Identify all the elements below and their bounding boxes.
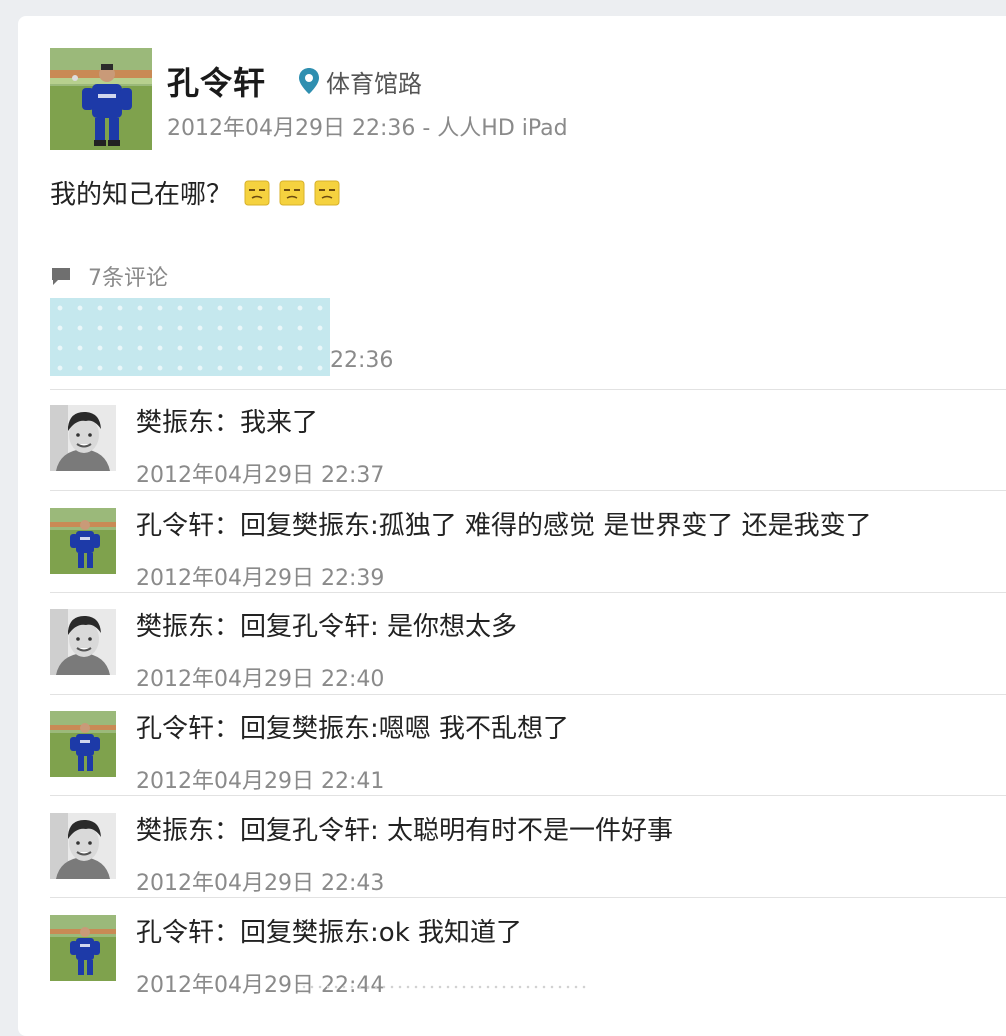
comment-text: 回复樊振东:嗯嗯 我不乱想了 bbox=[240, 714, 570, 744]
post-meta: 2012年04月29日 22:36 - 人人HD iPad bbox=[167, 116, 568, 141]
commenter-name[interactable]: 樊振东 bbox=[136, 408, 214, 438]
name-separator: ： bbox=[214, 714, 241, 744]
comment-line: 孔令轩：回复樊振东:嗯嗯 我不乱想了 bbox=[136, 708, 569, 745]
location-text: 体育馆路 bbox=[326, 69, 422, 98]
comment-time: 22:36 bbox=[330, 348, 394, 373]
comment-item: 樊振东：回复孔令轩: 太聪明有时不是一件好事 2012年04月29日 22:43 bbox=[50, 810, 1006, 910]
divider bbox=[300, 985, 590, 989]
redacted-comment bbox=[50, 298, 330, 376]
comment-item: 樊振东：回复孔令轩: 是你想太多 2012年04月29日 22:40 bbox=[50, 606, 1006, 706]
post-location[interactable]: 体育馆路 bbox=[298, 66, 422, 98]
comment-text: 回复孔令轩: 是你想太多 bbox=[240, 612, 518, 642]
name-separator: ： bbox=[214, 612, 241, 642]
comments-count: 7条评论 bbox=[88, 266, 168, 291]
commenter-name[interactable]: 樊振东 bbox=[136, 612, 214, 642]
comment-time: 2012年04月29日 22:41 bbox=[136, 769, 385, 794]
location-pin-icon bbox=[299, 68, 319, 94]
commenter-name[interactable]: 孔令轩 bbox=[136, 714, 214, 744]
commenter-name[interactable]: 孔令轩 bbox=[136, 511, 214, 541]
commenter-avatar[interactable] bbox=[50, 915, 116, 981]
commenter-name[interactable]: 樊振东 bbox=[136, 816, 214, 846]
emoji-icon bbox=[279, 180, 305, 205]
comment-text: 回复樊振东:孤独了 难得的感觉 是世界变了 还是我变了 bbox=[240, 511, 872, 541]
comment-item: 孔令轩：回复樊振东:嗯嗯 我不乱想了 2012年04月29日 22:41 bbox=[50, 708, 1006, 808]
comment-line: 孔令轩：回复樊振东:ok 我知道了 bbox=[136, 912, 522, 949]
post-author-name[interactable]: 孔令轩 bbox=[167, 58, 266, 104]
comment-item: 樊振东：我来了 2012年04月29日 22:37 bbox=[50, 402, 1006, 502]
emoji-icon bbox=[244, 180, 270, 205]
commenter-avatar[interactable] bbox=[50, 609, 116, 675]
name-separator: ： bbox=[214, 408, 241, 438]
emoji-icon bbox=[314, 180, 340, 205]
comments-header[interactable]: 7条评论 bbox=[50, 260, 168, 292]
comment-time: 2012年04月29日 22:39 bbox=[136, 566, 385, 591]
row-divider bbox=[50, 389, 1006, 390]
comment-bubble-icon bbox=[52, 268, 70, 285]
comment-text: 我来了 bbox=[240, 408, 319, 438]
post-author-avatar[interactable] bbox=[50, 48, 152, 150]
name-separator: ： bbox=[214, 918, 241, 948]
emoji-row bbox=[244, 180, 349, 206]
comment-line: 樊振东：回复孔令轩: 太聪明有时不是一件好事 bbox=[136, 810, 673, 847]
post-content: 我的知己在哪？ bbox=[50, 174, 349, 211]
comment-line: 樊振东：回复孔令轩: 是你想太多 bbox=[136, 606, 517, 643]
comment-line: 樊振东：我来了 bbox=[136, 402, 318, 439]
comment-time: 2012年04月29日 22:44 bbox=[136, 973, 385, 998]
comment-item: 孔令轩：回复樊振东:ok 我知道了 2012年04月29日 22:44 bbox=[50, 912, 1006, 1012]
comment-time: 2012年04月29日 22:40 bbox=[136, 667, 385, 692]
comment-item: 孔令轩：回复樊振东:孤独了 难得的感觉 是世界变了 还是我变了 2012年04月2… bbox=[50, 505, 1006, 605]
comment-time: 2012年04月29日 22:37 bbox=[136, 463, 385, 488]
name-separator: ： bbox=[214, 511, 241, 541]
commenter-avatar[interactable] bbox=[50, 405, 116, 471]
commenter-name[interactable]: 孔令轩 bbox=[136, 918, 214, 948]
post-text: 我的知己在哪？ bbox=[50, 180, 233, 210]
name-separator: ： bbox=[214, 816, 241, 846]
comment-time: 2012年04月29日 22:43 bbox=[136, 871, 385, 896]
commenter-avatar[interactable] bbox=[50, 711, 116, 777]
commenter-avatar[interactable] bbox=[50, 813, 116, 879]
comment-line: 孔令轩：回复樊振东:孤独了 难得的感觉 是世界变了 还是我变了 bbox=[136, 505, 872, 542]
commenter-avatar[interactable] bbox=[50, 508, 116, 574]
comment-text: 回复孔令轩: 太聪明有时不是一件好事 bbox=[240, 816, 674, 846]
comment-text: 回复樊振东:ok 我知道了 bbox=[240, 918, 523, 948]
